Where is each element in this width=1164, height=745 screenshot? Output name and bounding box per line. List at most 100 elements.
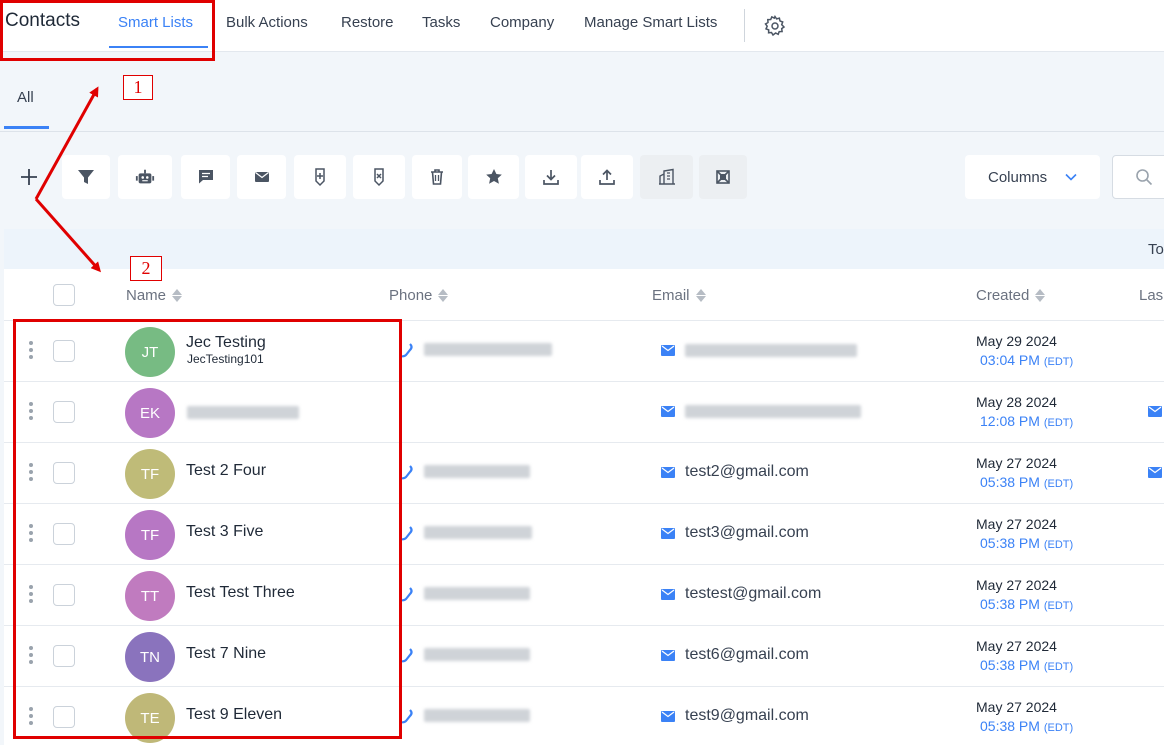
redacted-phone xyxy=(424,587,530,600)
remove-tag-button[interactable] xyxy=(353,155,405,199)
phone-icon[interactable] xyxy=(401,343,413,359)
phone-header-label: Phone xyxy=(389,287,433,304)
sort-icon xyxy=(172,289,183,302)
highlight-box-1 xyxy=(0,0,215,61)
created-time: 05:38 PM (EDT) xyxy=(980,535,1074,551)
redacted-phone xyxy=(424,526,532,539)
sort-icon xyxy=(695,289,706,302)
name-header-label: Name xyxy=(126,287,167,304)
redacted-email xyxy=(685,405,861,418)
smart-list-tabs: All xyxy=(0,52,1164,132)
send-sms-button[interactable] xyxy=(181,155,230,199)
star-icon xyxy=(485,169,502,184)
tab-restore[interactable]: Restore xyxy=(341,14,394,31)
email-icon[interactable] xyxy=(661,467,675,478)
automation-button[interactable] xyxy=(118,155,172,199)
add-tag-button[interactable] xyxy=(294,155,346,199)
created-column-header[interactable]: Created xyxy=(976,287,1046,304)
contact-email[interactable]: testest@gmail.com xyxy=(685,585,821,603)
email-header-label: Email xyxy=(652,287,690,304)
phone-icon[interactable] xyxy=(401,709,413,725)
columns-dropdown[interactable]: Columns xyxy=(965,155,1100,199)
created-date: May 27 2024 xyxy=(976,638,1057,654)
tab-company[interactable]: Company xyxy=(490,14,554,31)
email-icon xyxy=(254,172,269,182)
email-icon[interactable] xyxy=(661,711,675,722)
contacts-page: Contacts Smart Lists Bulk Actions Restor… xyxy=(0,0,1164,745)
contact-email[interactable]: test6@gmail.com xyxy=(685,646,809,664)
email-icon[interactable] xyxy=(661,528,675,539)
email-icon[interactable] xyxy=(661,345,675,356)
message-icon xyxy=(198,170,213,184)
last-activity-column-header[interactable]: Las xyxy=(1139,287,1163,304)
redacted-phone xyxy=(424,648,530,661)
filter-button[interactable] xyxy=(62,155,110,199)
filter-icon xyxy=(78,170,94,184)
name-column-header[interactable]: Name xyxy=(126,287,183,304)
add-tag-icon xyxy=(315,168,325,187)
tab-tasks[interactable]: Tasks xyxy=(422,14,460,31)
review-button[interactable] xyxy=(468,155,519,199)
annotation-label-1: 1 xyxy=(123,75,153,100)
send-email-button[interactable] xyxy=(237,155,286,199)
delete-button[interactable] xyxy=(412,155,462,199)
phone-column-header[interactable]: Phone xyxy=(389,287,449,304)
contact-email[interactable]: test2@gmail.com xyxy=(685,463,809,481)
merge-button[interactable] xyxy=(699,155,747,199)
search-input[interactable] xyxy=(1112,155,1164,199)
created-time: 05:38 PM (EDT) xyxy=(980,474,1074,490)
created-date: May 28 2024 xyxy=(976,394,1057,410)
created-time: 05:38 PM (EDT) xyxy=(980,718,1074,734)
tab-manage-smart-lists[interactable]: Manage Smart Lists xyxy=(584,14,717,31)
redacted-phone xyxy=(424,709,530,722)
created-date: May 27 2024 xyxy=(976,699,1057,715)
table-summary-band: To xyxy=(4,229,1164,269)
company-button[interactable] xyxy=(640,155,693,199)
upload-icon xyxy=(599,169,615,185)
created-date: May 27 2024 xyxy=(976,455,1057,471)
nav-divider xyxy=(744,9,745,42)
gear-icon[interactable] xyxy=(763,14,787,38)
robot-icon xyxy=(135,169,155,184)
active-subtab-indicator xyxy=(4,126,49,129)
table-header: Name Phone Email Created Las xyxy=(4,269,1164,321)
contact-email[interactable]: test3@gmail.com xyxy=(685,524,809,542)
import-button[interactable] xyxy=(581,155,633,199)
phone-icon[interactable] xyxy=(401,587,413,603)
phone-icon[interactable] xyxy=(401,526,413,542)
tab-bulk-actions[interactable]: Bulk Actions xyxy=(226,14,308,31)
redacted-email xyxy=(685,344,857,357)
email-icon[interactable] xyxy=(661,589,675,600)
select-all-checkbox[interactable] xyxy=(53,284,75,306)
created-date: May 27 2024 xyxy=(976,516,1057,532)
total-label: To xyxy=(1148,241,1164,258)
email-icon[interactable] xyxy=(661,650,675,661)
tab-all[interactable]: All xyxy=(17,89,34,106)
highlight-box-2 xyxy=(13,319,402,739)
email-icon[interactable] xyxy=(661,406,675,417)
created-time: 12:08 PM (EDT) xyxy=(980,413,1074,429)
email-column-header[interactable]: Email xyxy=(652,287,706,304)
contact-email[interactable]: test9@gmail.com xyxy=(685,707,809,725)
add-contact-button[interactable] xyxy=(5,155,53,199)
chevron-down-icon xyxy=(1065,173,1077,181)
created-header-label: Created xyxy=(976,287,1030,304)
created-date: May 27 2024 xyxy=(976,577,1057,593)
export-button[interactable] xyxy=(525,155,577,199)
email-icon[interactable] xyxy=(1148,467,1162,478)
phone-icon[interactable] xyxy=(401,648,413,664)
email-icon[interactable] xyxy=(1148,406,1162,417)
building-icon xyxy=(658,168,675,185)
created-time: 05:38 PM (EDT) xyxy=(980,657,1074,673)
columns-label: Columns xyxy=(988,168,1048,186)
annotation-label-2: 2 xyxy=(130,256,162,281)
created-date: May 29 2024 xyxy=(976,333,1057,349)
remove-tag-icon xyxy=(374,168,384,187)
last-header-label: Las xyxy=(1139,287,1164,304)
redacted-phone xyxy=(424,465,530,478)
sort-icon xyxy=(438,289,449,302)
plus-icon xyxy=(21,169,37,185)
merge-icon xyxy=(716,170,730,184)
phone-icon[interactable] xyxy=(401,465,413,481)
created-time: 05:38 PM (EDT) xyxy=(980,596,1074,612)
